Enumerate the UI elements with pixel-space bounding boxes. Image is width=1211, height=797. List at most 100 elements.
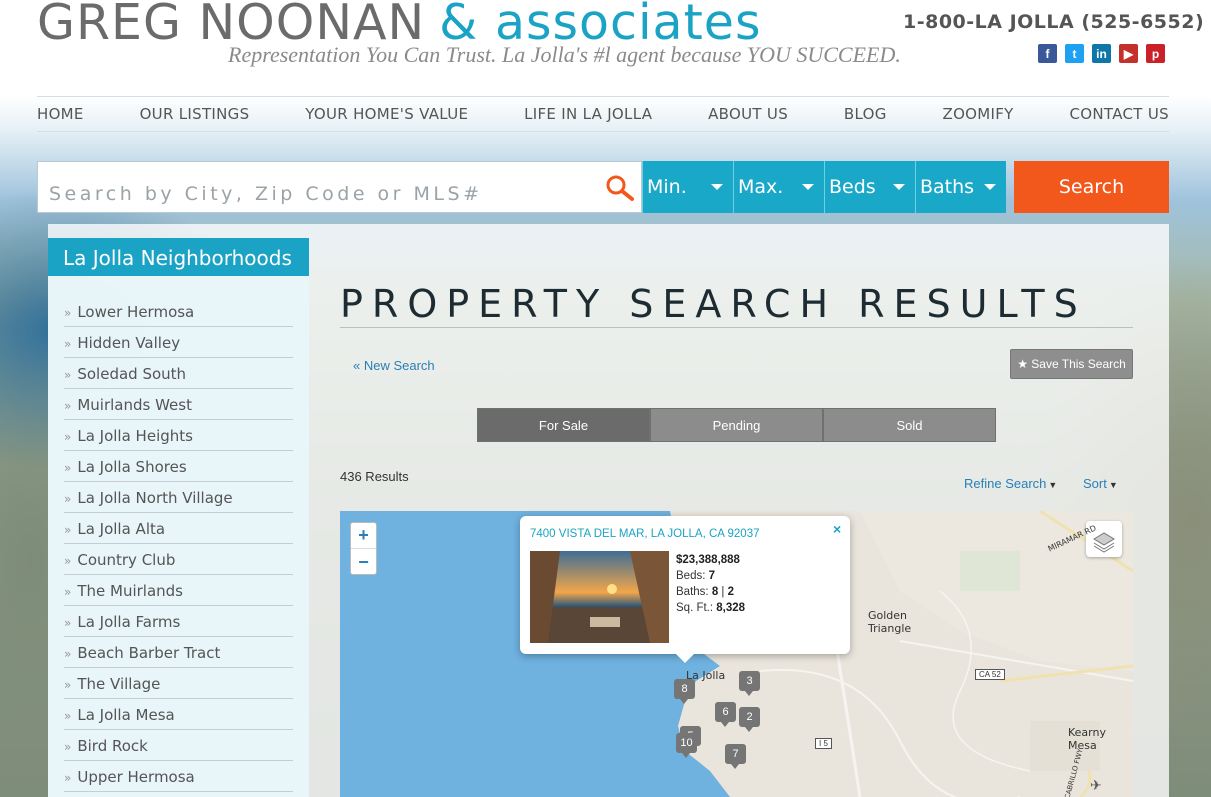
chevron-right-icon: » — [64, 647, 72, 661]
map-cluster-marker[interactable]: 6 — [715, 702, 736, 727]
sidebar-item-la-jolla-farms[interactable]: » La Jolla Farms — [64, 606, 293, 637]
sidebar-item-muirlands-west[interactable]: » Muirlands West — [64, 389, 293, 420]
baths-full-value: 8 — [711, 586, 719, 598]
sidebar-item-la-jolla-shores[interactable]: » La Jolla Shores — [64, 451, 293, 482]
nav-life-in-la-jolla[interactable]: LIFE IN LA JOLLA — [524, 105, 652, 123]
chevron-right-icon: » — [64, 461, 72, 475]
sidebar-item-la-jolla-north-village[interactable]: » La Jolla North Village — [64, 482, 293, 513]
map-label-kearny-mesa: Kearny Mesa — [1068, 726, 1106, 752]
sidebar-item-beach-barber-tract[interactable]: » Beach Barber Tract — [64, 637, 293, 668]
neighborhood-list: » Lower Hermosa » Hidden Valley » Soledad Sou… — [64, 296, 293, 792]
sidebar-item-the-village[interactable]: » The Village — [64, 668, 293, 699]
results-count: 436 Results — [340, 469, 409, 484]
close-icon[interactable]: × — [833, 521, 841, 537]
beds-dropdown[interactable]: Beds — [824, 161, 915, 213]
sidebar-item-la-jolla-alta[interactable]: » La Jolla Alta — [64, 513, 293, 544]
chevron-right-icon: » — [64, 554, 72, 568]
baths-label: Baths: — [676, 586, 709, 598]
tagline: Representation You Can Trust. La Jolla's… — [228, 42, 901, 67]
sidebar-item-lower-hermosa[interactable]: » Lower Hermosa — [64, 296, 293, 327]
facebook-icon[interactable]: f — [1038, 44, 1057, 63]
sidebar-item-bird-rock[interactable]: » Bird Rock — [64, 730, 293, 761]
chevron-right-icon: » — [64, 771, 72, 785]
phone-number[interactable]: 1-800-LA JOLLA (525-6552) — [903, 11, 1204, 33]
listing-details: $23,388,888 Beds: 7 Baths: 8 | 2 Sq. Ft.… — [676, 552, 745, 616]
airport-icon: ✈ — [1090, 778, 1102, 794]
pinterest-icon[interactable]: p — [1146, 44, 1165, 63]
tab-for-sale[interactable]: For Sale — [477, 408, 650, 442]
page-title: PROPERTY SEARCH RESULTS — [340, 282, 1087, 326]
highway-sign-ca52: CA 52 — [975, 669, 1005, 680]
sidebar-item-label: Bird Rock — [77, 737, 148, 755]
max-price-dropdown[interactable]: Max. — [733, 161, 824, 213]
nav-your-home-s-value[interactable]: YOUR HOME'S VALUE — [305, 105, 468, 123]
sidebar-item-label: La Jolla Farms — [77, 613, 181, 631]
save-search-button[interactable]: ★ Save This Search — [1010, 349, 1133, 379]
chevron-right-icon: » — [64, 678, 72, 692]
map-cluster-marker[interactable]: 10 — [676, 733, 697, 758]
listing-address-link[interactable]: 7400 VISTA DEL MAR, LA JOLLA, CA 92037 — [530, 528, 760, 540]
sidebar-item-label: La Jolla Mesa — [77, 706, 175, 724]
listing-price: $23,388,888 — [676, 554, 740, 566]
nav-about-us[interactable]: ABOUT US — [708, 105, 788, 123]
sidebar-item-la-jolla-heights[interactable]: » La Jolla Heights — [64, 420, 293, 451]
search-bar: Min. Max. Beds Baths — [37, 161, 1006, 213]
zoom-in-button[interactable]: + — [351, 523, 376, 549]
nav-zoomify[interactable]: ZOOMIFY — [943, 105, 1014, 123]
nav-our-listings[interactable]: OUR LISTINGS — [140, 105, 250, 123]
status-tabs: For Sale Pending Sold — [477, 408, 996, 442]
sqft-value: 8,328 — [716, 602, 746, 614]
refine-label: Refine Search — [964, 476, 1047, 491]
tab-pending[interactable]: Pending — [650, 408, 823, 442]
sidebar-item-label: Muirlands West — [77, 396, 192, 414]
min-price-dropdown[interactable]: Min. — [642, 161, 733, 213]
search-icon[interactable] — [604, 174, 636, 202]
sidebar-item-hidden-valley[interactable]: » Hidden Valley — [64, 327, 293, 358]
sidebar-item-the-muirlands[interactable]: » The Muirlands — [64, 575, 293, 606]
nav-home[interactable]: HOME — [37, 105, 84, 123]
chevron-right-icon: » — [64, 616, 72, 630]
sidebar-item-soledad-south[interactable]: » Soledad South — [64, 358, 293, 389]
sidebar-item-label: Beach Barber Tract — [77, 644, 221, 662]
chevron-right-icon: » — [64, 492, 72, 506]
dropdown-label: Min. — [647, 176, 687, 198]
caret-down-icon: ▼ — [1108, 480, 1118, 490]
linkedin-icon[interactable]: in — [1092, 44, 1111, 63]
sidebar-item-country-club[interactable]: » Country Club — [64, 544, 293, 575]
dropdown-label: Beds — [829, 176, 876, 198]
search-button[interactable]: Search — [1014, 161, 1169, 213]
caret-down-icon — [893, 184, 905, 190]
listing-photo[interactable] — [530, 551, 669, 643]
sidebar-item-label: La Jolla Shores — [77, 458, 187, 476]
sidebar-item-label: La Jolla Heights — [77, 427, 193, 445]
map-cluster-marker[interactable]: 3 — [739, 671, 760, 696]
twitter-icon[interactable]: t — [1065, 44, 1084, 63]
sidebar-item-upper-hermosa[interactable]: » Upper Hermosa — [64, 761, 293, 792]
sidebar-item-label: La Jolla Alta — [77, 520, 166, 538]
map-cluster-marker[interactable]: 8 — [674, 679, 695, 704]
popup-pointer — [675, 653, 695, 663]
tab-sold[interactable]: Sold — [823, 408, 996, 442]
map-cluster-marker[interactable]: 7 — [725, 744, 746, 769]
beds-label: Beds: — [676, 570, 706, 582]
chevron-right-icon: » — [64, 709, 72, 723]
sort-label: Sort — [1083, 476, 1107, 491]
sidebar-item-label: Lower Hermosa — [77, 303, 195, 321]
chevron-right-icon: » — [64, 399, 72, 413]
chevron-right-icon: » — [64, 368, 72, 382]
refine-search-dropdown[interactable]: Refine Search ▼ — [964, 476, 1057, 491]
baths-separator: | — [721, 586, 725, 598]
sidebar-item-label: Hidden Valley — [77, 334, 181, 352]
sidebar-item-la-jolla-mesa[interactable]: » La Jolla Mesa — [64, 699, 293, 730]
nav-contact-us[interactable]: CONTACT US — [1070, 105, 1169, 123]
caret-down-icon: ▼ — [1048, 480, 1058, 490]
zoom-out-button[interactable]: − — [351, 549, 376, 575]
search-input[interactable] — [37, 161, 642, 213]
new-search-link[interactable]: « New Search — [353, 358, 435, 373]
youtube-icon[interactable]: ▶ — [1119, 44, 1138, 63]
map-cluster-marker[interactable]: 2 — [739, 707, 760, 732]
nav-blog[interactable]: BLOG — [844, 105, 887, 123]
sort-dropdown[interactable]: Sort ▼ — [1083, 476, 1118, 491]
baths-dropdown[interactable]: Baths — [915, 161, 1006, 213]
sidebar-item-label: Upper Hermosa — [77, 768, 195, 786]
